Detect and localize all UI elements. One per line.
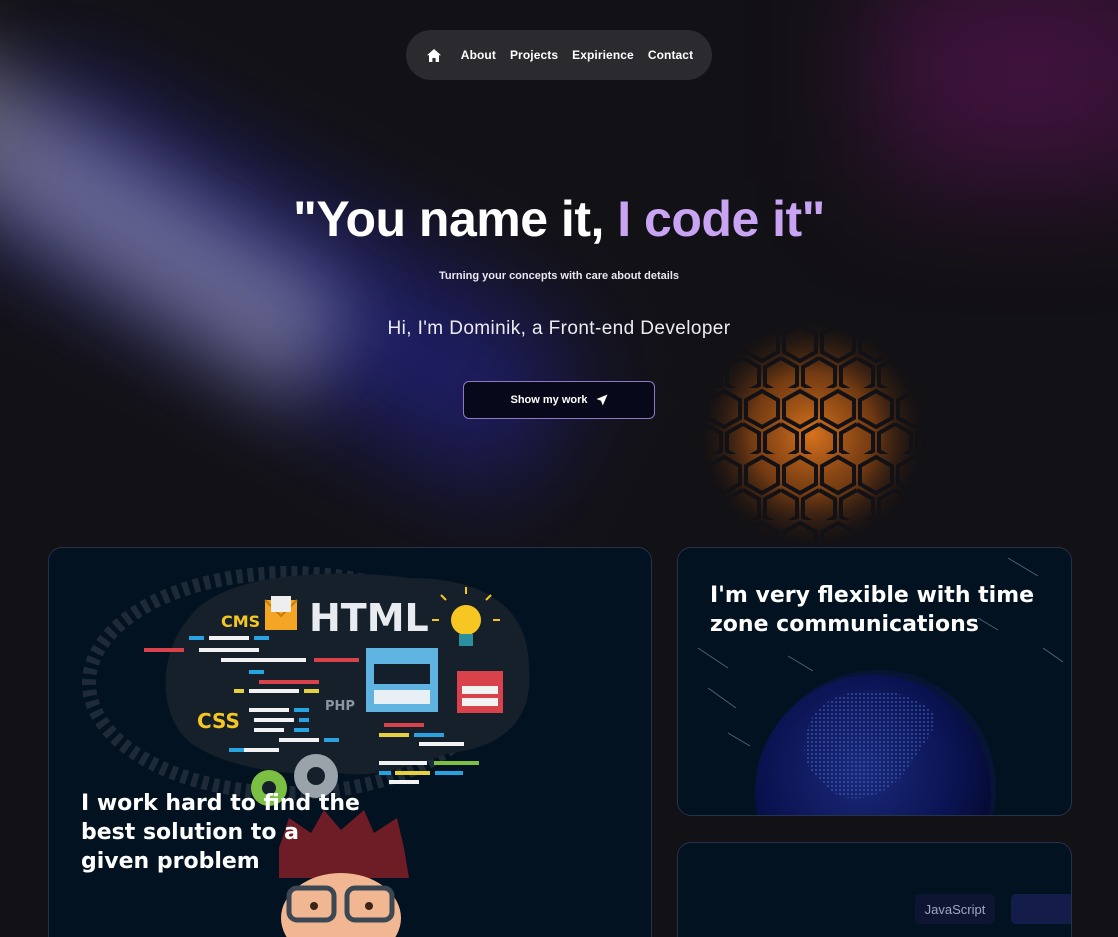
home-icon[interactable] [425, 46, 443, 64]
send-arrow-icon [596, 394, 608, 406]
top-nav: About Projects Expirience Contact [406, 30, 712, 80]
hero-title-accent: I code it" [617, 191, 825, 247]
nav-contact[interactable]: Contact [648, 48, 693, 62]
nav-about[interactable]: About [461, 48, 496, 62]
purple-glow [878, 0, 1118, 180]
illustration-php-label: PHP [325, 699, 355, 714]
show-work-button[interactable]: Show my work [463, 381, 655, 419]
card-hard-work: HTML CMS CSS PHP I work hard to find the… [48, 547, 652, 937]
hero-subtitle: Turning your concepts with care about de… [439, 270, 679, 282]
nav-projects[interactable]: Projects [510, 48, 558, 62]
nav-experience[interactable]: Expirience [572, 48, 634, 62]
portfolio-page: About Projects Expirience Contact "You n… [0, 0, 1118, 937]
tech-tag-javascript: JavaScript [915, 894, 995, 924]
hero-title: "You name it, I code it" [0, 190, 1118, 248]
card-hard-work-title: I work hard to find the best solution to… [81, 791, 360, 874]
show-work-label: Show my work [510, 394, 588, 406]
illustration-css-label: CSS [197, 709, 240, 733]
developer-illustration: HTML CMS CSS PHP [82, 566, 530, 937]
card-timezone: I'm very flexible with time zone communi… [677, 547, 1072, 816]
card-timezone-title: I'm very flexible with time zone communi… [710, 583, 1035, 637]
illustration-cms-label: CMS [221, 612, 260, 631]
hero-intro: Hi, I'm Dominik, a Front-end Developer [387, 318, 731, 339]
card-tech-stack: JavaScript [677, 842, 1072, 937]
tech-tag [1011, 894, 1071, 924]
honeycomb-decoration [700, 322, 924, 546]
illustration-html-label: HTML [309, 596, 429, 640]
hero-title-main: "You name it, [293, 191, 618, 247]
